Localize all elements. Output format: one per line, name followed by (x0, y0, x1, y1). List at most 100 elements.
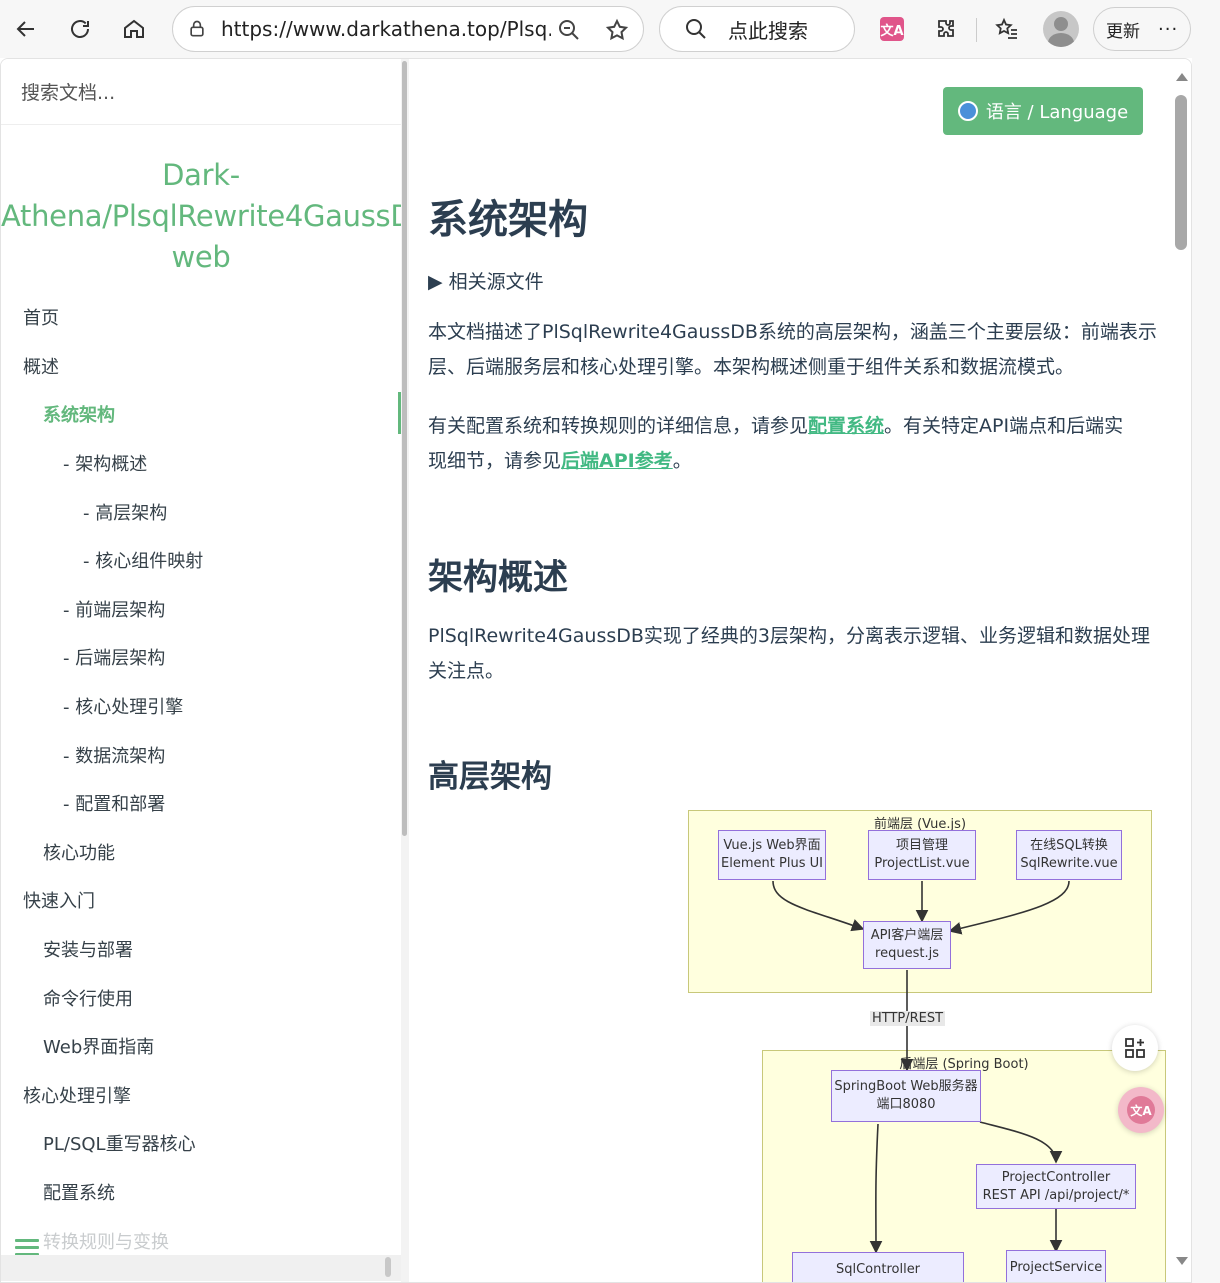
node-label: 端口8080 (876, 1097, 936, 1112)
section-heading-overview: 架构概述 (428, 558, 569, 598)
sidebar-item-web-guide[interactable]: Web界面指南 (1, 1022, 401, 1071)
update-button[interactable]: 更新 ··· (1093, 7, 1191, 51)
node-label: REST API /api/project/* (982, 1187, 1130, 1203)
favorites-button[interactable] (993, 15, 1021, 43)
node-label: 在线SQL转换 (1030, 838, 1108, 853)
browser-side-strip (1192, 58, 1220, 1283)
search-icon (686, 19, 706, 39)
site-info-icon[interactable] (187, 19, 207, 39)
address-bar[interactable]: https://www.darkathena.top/Plsq... (172, 6, 644, 52)
sidebar-item-overview[interactable]: 概述 (1, 342, 401, 391)
config-system-link[interactable]: 配置系统 (808, 415, 884, 437)
more-menu-icon[interactable]: ··· (1158, 19, 1178, 40)
puzzle-icon (938, 20, 954, 37)
refresh-icon (71, 20, 89, 38)
node-vue-web: Vue.js Web界面 Element Plus UI (718, 830, 826, 880)
node-label: Element Plus UI (721, 856, 823, 871)
sidebar-nav: 首页 概述 系统架构 - 架构概述 - 高层架构 - 核心组件映射 - 前端层架… (1, 293, 401, 1265)
home-button[interactable] (114, 9, 154, 49)
floating-translate-button[interactable]: 文A (1118, 1087, 1164, 1133)
sidebar-item-quick-start[interactable]: 快速入门 (1, 876, 401, 925)
scroll-down-arrow-icon[interactable] (1176, 1257, 1188, 1265)
globe-icon (957, 101, 978, 121)
sidebar-item-core-features[interactable]: 核心功能 (1, 828, 401, 877)
translate-icon: 文A (1127, 1096, 1155, 1124)
profile-avatar[interactable] (1043, 11, 1079, 47)
sidebar-item-home[interactable]: 首页 (1, 293, 401, 342)
url-text[interactable]: https://www.darkathena.top/Plsq... (221, 17, 551, 41)
node-project-management: 项目管理 ProjectList.vue (868, 830, 976, 880)
node-label: ProjectList.vue (874, 856, 970, 871)
app-name-line: Dark- (162, 158, 240, 192)
intro-line: 本文档描述了PlSqlRewrite4GaussDB系统的高层架构，涵盖三个主要… (428, 321, 1157, 343)
doc-content: 语言 / Language 系统架构 ▶ 相关源文件 本文档描述了PlSqlRe… (428, 59, 1170, 1282)
page-title: 系统架构 (428, 197, 588, 243)
sidebar-item-plsql-rewriter-core[interactable]: PL/SQL重写器核心 (1, 1119, 401, 1168)
architecture-diagram: 前端层 (Vue.js) 后端层 (Spring Boot) Vue.js We… (678, 804, 1170, 1282)
node-label: request.js (875, 946, 939, 961)
sidebar-item-frontend-architecture[interactable]: - 前端层架构 (1, 585, 401, 634)
page-viewport: 搜索文档... Dark- Athena/PlsqlRewrite4GaussD… (0, 58, 1192, 1283)
sidebar-scrollbar[interactable] (401, 59, 409, 1282)
docs-search-input[interactable]: 搜索文档... (1, 59, 401, 125)
sidebar-item-cli-usage[interactable]: 命令行使用 (1, 973, 401, 1022)
sidebar-horizontal-scrollbar[interactable] (1, 1255, 401, 1281)
favorite-star-icon[interactable] (605, 18, 629, 42)
reference-paragraph: 有关配置系统和转换规则的详细信息，请参见配置系统。有关特定API端点和后端实 现… (428, 409, 1170, 479)
sidebar-scrollbar-thumb[interactable] (402, 61, 407, 836)
language-button[interactable]: 语言 / Language (943, 87, 1143, 135)
node-project-controller: ProjectController REST API /api/project/… (976, 1164, 1136, 1209)
sidebar-item-high-level-architecture[interactable]: - 高层架构 (1, 487, 401, 536)
app-name-line: Athena/PlsqlRewrite4GaussDB (1, 199, 401, 233)
sidebar-item-core-engine[interactable]: - 核心处理引擎 (1, 682, 401, 731)
app-name-link[interactable]: Dark- Athena/PlsqlRewrite4GaussDB web (1, 155, 401, 278)
extensions-button[interactable] (932, 15, 960, 43)
favorites-list-icon (995, 17, 1017, 39)
sidebar-item-config-system[interactable]: 配置系统 (1, 1168, 401, 1217)
node-springboot-server: SpringBoot Web服务器 端口8080 (831, 1070, 981, 1122)
sidebar-item-install-deploy[interactable]: 安装与部署 (1, 925, 401, 974)
node-label: Vue.js Web界面 (723, 838, 821, 853)
backend-api-link[interactable]: 后端API参考 (561, 450, 673, 472)
app-name-line: web (171, 240, 231, 274)
main-scrollbar-thumb[interactable] (1175, 95, 1187, 250)
sidebar-item-core-component-mapping[interactable]: - 核心组件映射 (1, 536, 401, 585)
overview-line: 关注点。 (428, 660, 505, 682)
back-button[interactable] (6, 9, 46, 49)
home-icon (124, 19, 144, 38)
node-label: SqlRewrite.vue (1020, 856, 1118, 871)
node-api-client: API客户端层 request.js (863, 921, 951, 969)
sidebar-item-core-processing-engine[interactable]: 核心处理引擎 (1, 1071, 401, 1120)
back-arrow-icon (16, 21, 34, 37)
translate-extension-button[interactable]: 文A (878, 15, 906, 43)
sidebar-item-data-flow[interactable]: - 数据流架构 (1, 730, 401, 779)
sidebar-item-architecture-overview[interactable]: - 架构概述 (1, 439, 401, 488)
zoom-icon[interactable] (557, 18, 581, 42)
node-project-service: ProjectService (1006, 1250, 1106, 1282)
intro-line: 层、后端服务层和核心处理引擎。本架构概述侧重于组件关系和数据流模式。 (428, 356, 1075, 378)
sidebar-item-backend-architecture[interactable]: - 后端层架构 (1, 633, 401, 682)
ref-text: 现细节，请参见 (428, 450, 562, 472)
ref-text: 有关配置系统和转换规则的详细信息，请参见 (428, 415, 809, 437)
node-label: ProjectController (1001, 1169, 1111, 1185)
overview-paragraph: PlSqlRewrite4GaussDB实现了经典的3层架构，分离表示逻辑、业务… (428, 619, 1170, 689)
node-sql-controller: SqlController (792, 1252, 964, 1282)
qr-grid-icon (1125, 1038, 1145, 1058)
main-scrollbar[interactable] (1173, 59, 1191, 1282)
edge-label-http: HTTP/REST (870, 1011, 946, 1026)
scroll-up-arrow-icon[interactable] (1176, 73, 1188, 81)
section-heading-high-level: 高层架构 (428, 759, 552, 795)
ref-text: 。 (672, 450, 692, 472)
toolbar-search-text: 点此搜索 (728, 18, 808, 43)
overview-line: PlSqlRewrite4GaussDB实现了经典的3层架构，分离表示逻辑、业务… (428, 625, 1150, 647)
qr-code-button[interactable] (1112, 1025, 1158, 1071)
intro-paragraph: 本文档描述了PlSqlRewrite4GaussDB系统的高层架构，涵盖三个主要… (428, 315, 1170, 385)
language-button-label: 语言 / Language (985, 102, 1129, 123)
sidebar-item-system-architecture[interactable]: 系统架构 (1, 390, 401, 439)
sidebar-item-config-deploy[interactable]: - 配置和部署 (1, 779, 401, 828)
browser-toolbar: https://www.darkathena.top/Plsq... 点此搜索 … (0, 0, 1220, 58)
related-files-toggle[interactable]: ▶ 相关源文件 (428, 267, 544, 294)
update-label: 更新 (1106, 21, 1140, 42)
toolbar-search[interactable]: 点此搜索 (659, 6, 855, 52)
refresh-button[interactable] (60, 9, 100, 49)
